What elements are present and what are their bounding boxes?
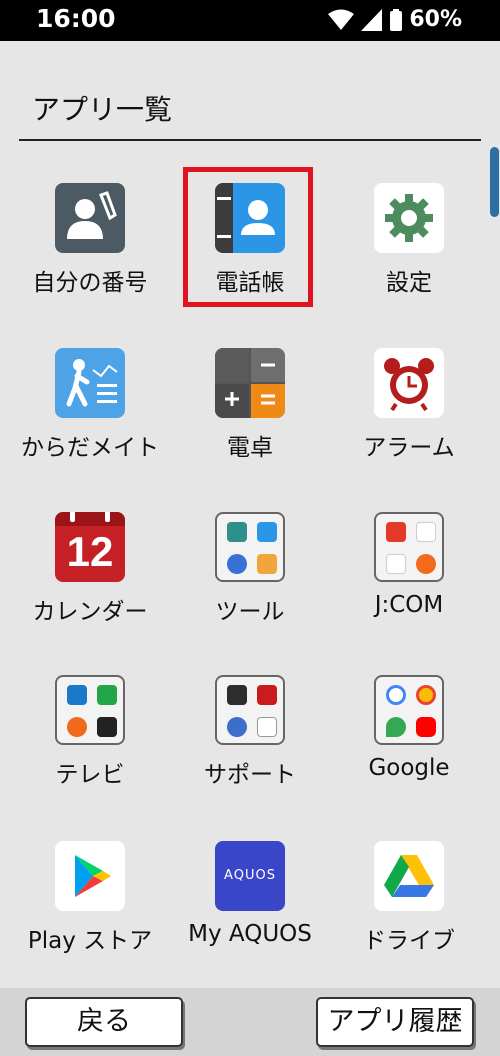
- walking-person-icon: [55, 348, 125, 418]
- page-title: アプリ一覧: [32, 93, 173, 126]
- tools-folder-icon: [215, 512, 285, 582]
- battery-icon: [390, 8, 403, 31]
- app-calculator[interactable]: 電卓: [170, 348, 330, 498]
- wifi-icon: [328, 9, 355, 30]
- app-google-folder[interactable]: Google: [329, 675, 489, 825]
- app-label: アラーム: [363, 435, 455, 461]
- app-jcom-folder[interactable]: J:COM: [329, 512, 489, 662]
- scrollbar[interactable]: [490, 147, 499, 217]
- alarm-clock-icon: [374, 348, 444, 418]
- app-calendar[interactable]: 12 カレンダー: [10, 512, 170, 662]
- aquos-icon-text: AQUOS: [224, 868, 276, 883]
- jcom-folder-icon: [374, 512, 444, 582]
- gear-icon: [374, 183, 444, 253]
- app-my-number[interactable]: 自分の番号: [10, 183, 170, 333]
- signal-icon: [361, 8, 383, 31]
- app-label: Google: [368, 755, 450, 781]
- bottom-bar: 戻る アプリ履歴: [0, 988, 500, 1056]
- play-store-icon: [55, 841, 125, 911]
- app-label: ドライブ: [363, 928, 455, 954]
- app-support-folder[interactable]: サポート: [170, 675, 330, 825]
- calculator-icon: [215, 348, 285, 418]
- status-icons: 60%: [328, 7, 462, 32]
- aquos-icon: AQUOS: [215, 841, 285, 911]
- calendar-day: 12: [66, 528, 114, 575]
- app-play-store[interactable]: Play ストア: [10, 841, 170, 991]
- tv-folder-icon: [55, 675, 125, 745]
- selection-highlight: [183, 167, 313, 307]
- app-tv-folder[interactable]: テレビ: [10, 675, 170, 825]
- status-bar: 16:00 60%: [0, 0, 500, 41]
- contact-phone-icon: [55, 183, 125, 253]
- back-button[interactable]: 戻る: [25, 997, 183, 1047]
- app-drive[interactable]: ドライブ: [329, 841, 489, 991]
- app-my-aquos[interactable]: AQUOS My AQUOS: [170, 841, 330, 991]
- app-history-button[interactable]: アプリ履歴: [316, 997, 474, 1047]
- status-time: 16:00: [36, 4, 116, 33]
- app-tools-folder[interactable]: ツール: [170, 512, 330, 662]
- app-settings[interactable]: 設定: [329, 183, 489, 333]
- google-folder-icon: [374, 675, 444, 745]
- battery-percent: 60%: [409, 7, 462, 32]
- app-label: 設定: [386, 270, 432, 296]
- calendar-icon: 12: [55, 512, 125, 582]
- app-label: J:COM: [374, 592, 444, 618]
- google-drive-icon: [374, 841, 444, 911]
- support-folder-icon: [215, 675, 285, 745]
- title-divider: [19, 139, 481, 141]
- app-alarm[interactable]: アラーム: [329, 348, 489, 498]
- app-karada-mate[interactable]: からだメイト: [10, 348, 170, 498]
